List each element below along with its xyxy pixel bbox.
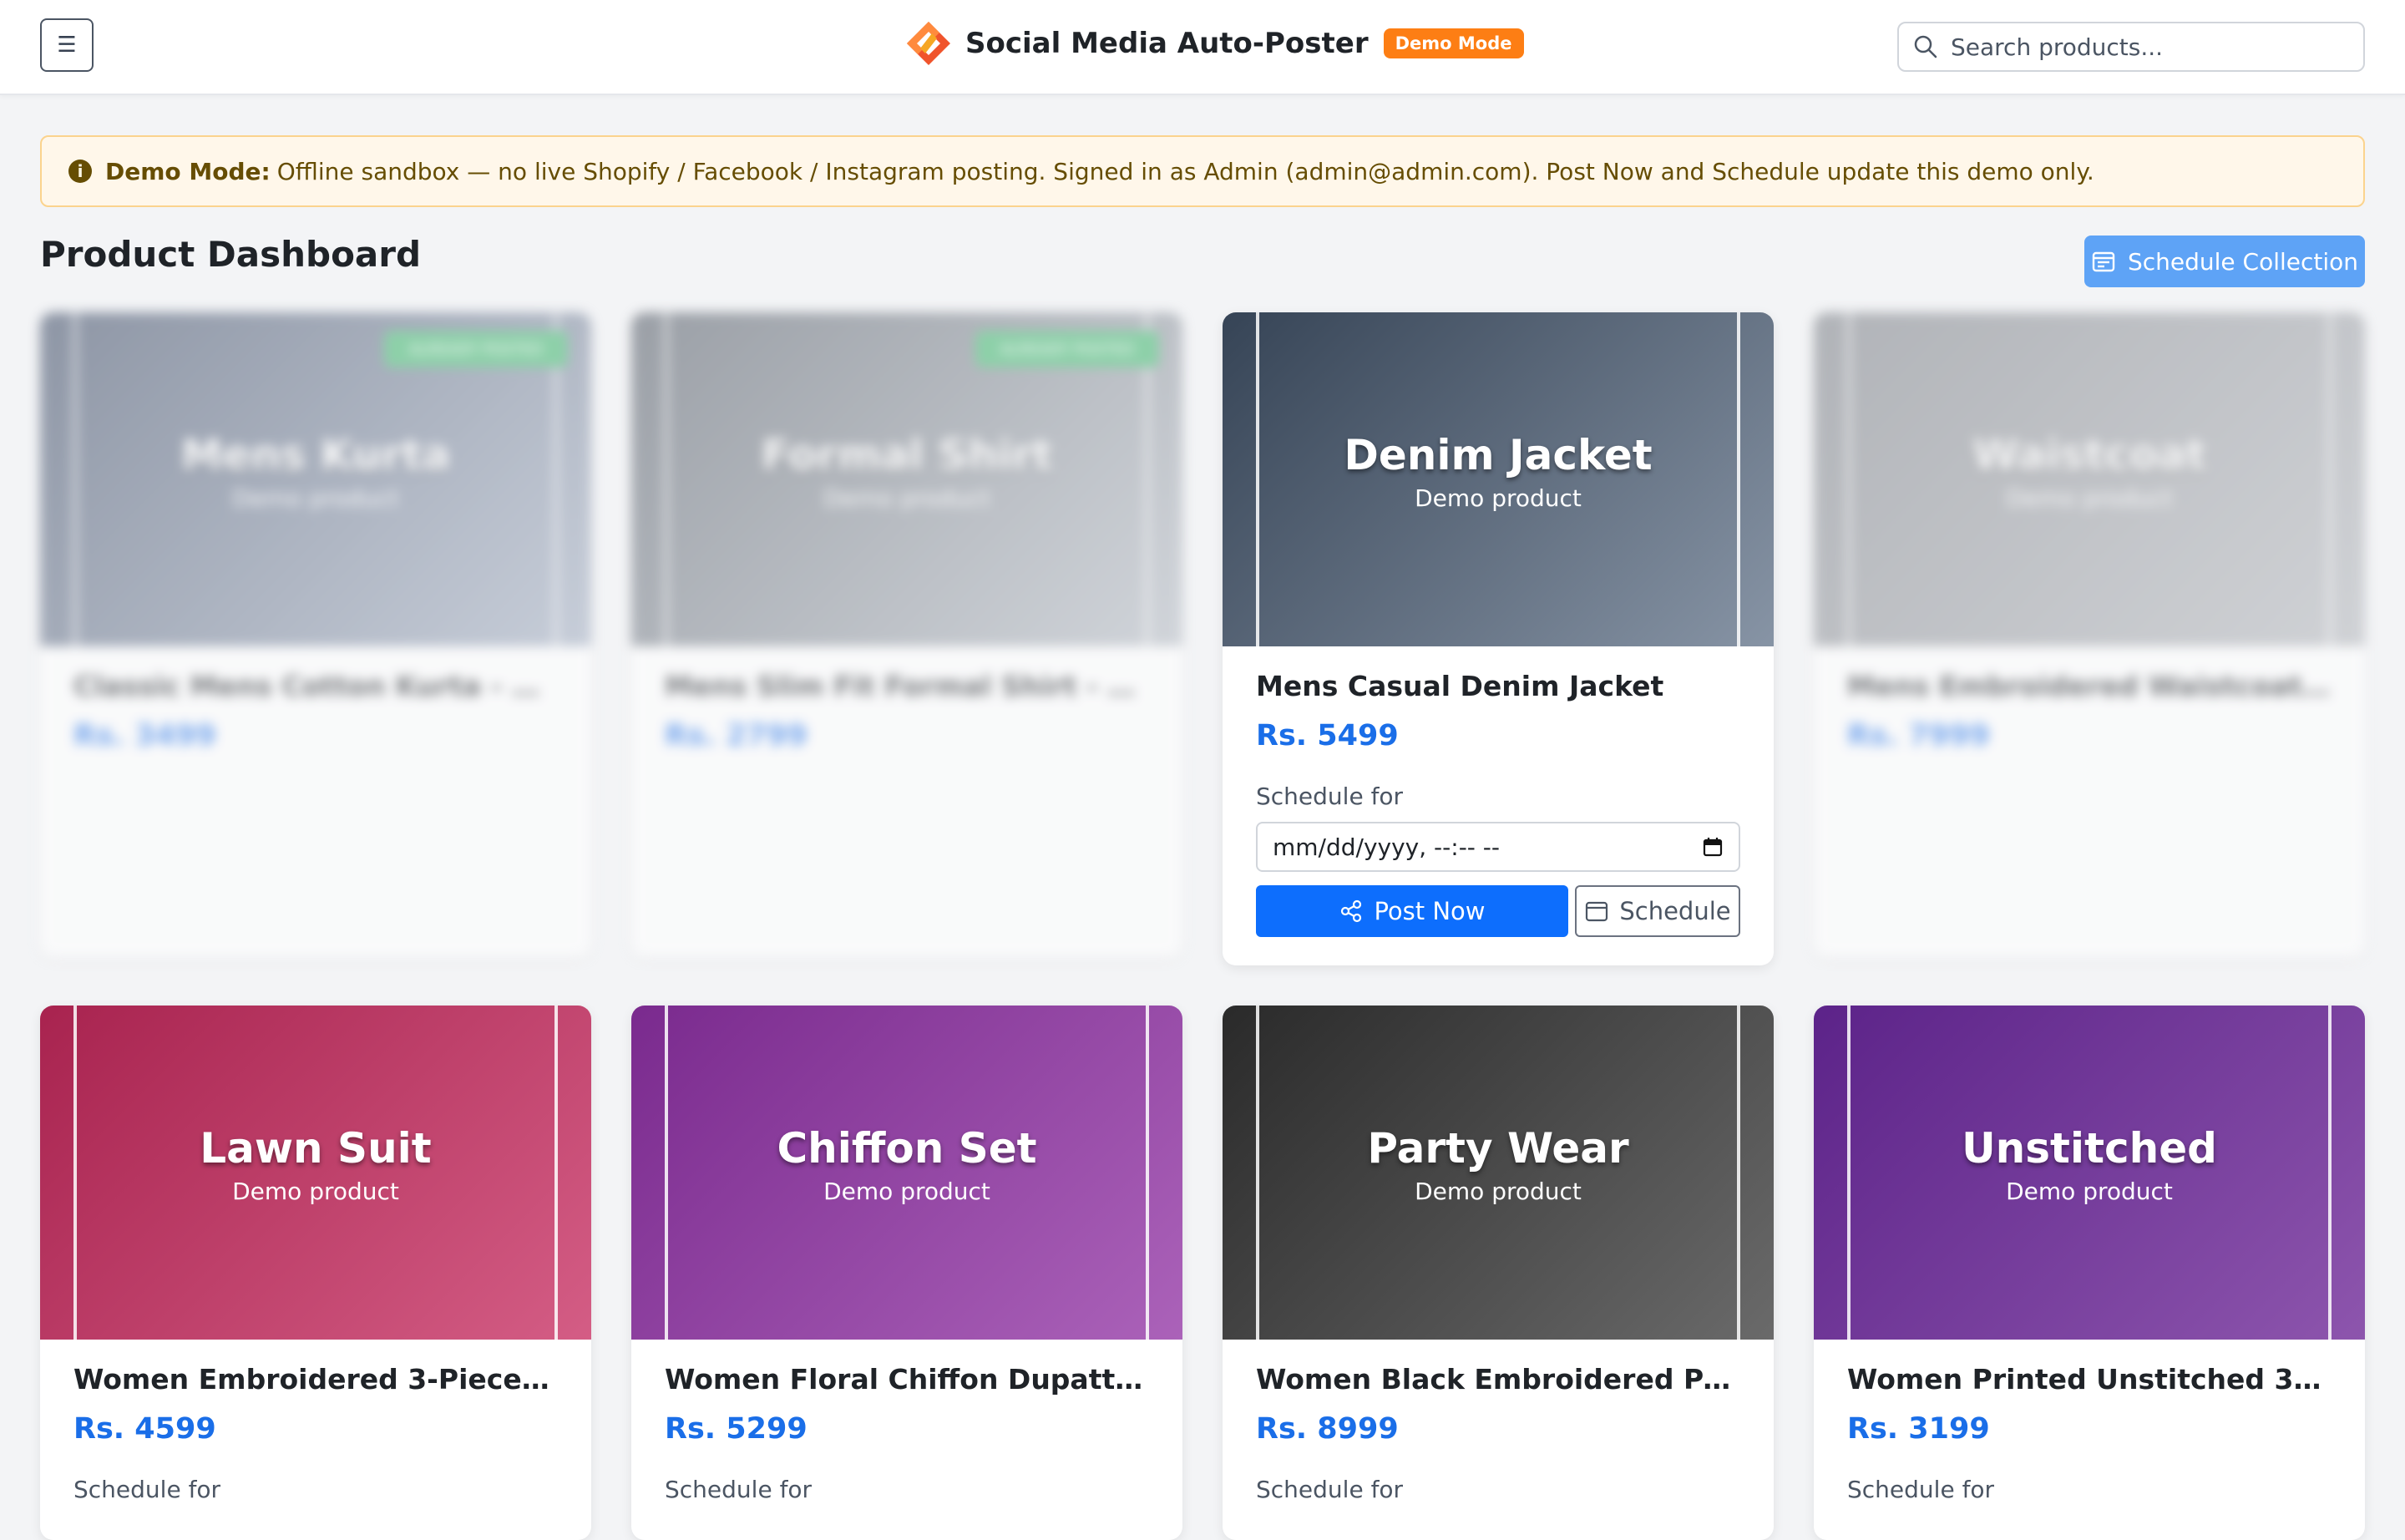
product-image-subtitle: Demo product — [1415, 484, 1582, 512]
product-image-title: Waistcoat — [1972, 430, 2206, 479]
product-image-title: Chiffon Set — [777, 1123, 1037, 1173]
schedule-collection-button[interactable]: Schedule Collection — [2084, 236, 2365, 287]
app-title: Social Media Auto-Poster — [965, 27, 1369, 60]
hamburger-icon: ☰ — [57, 33, 77, 58]
product-price: Rs. 3499 — [73, 719, 216, 752]
schedule-for-label: Schedule for — [665, 1476, 813, 1503]
post-now-button[interactable]: Post Now — [1256, 885, 1568, 937]
search-box[interactable] — [1897, 22, 2365, 72]
info-icon: i — [68, 160, 92, 183]
menu-toggle-button[interactable]: ☰ — [40, 18, 94, 72]
product-image: Lawn Suit Demo product — [40, 1006, 591, 1340]
product-name: Classic Mens Cotton Kurta - Navy Bl... — [73, 670, 558, 702]
demo-mode-alert: i Demo Mode: Offline sandbox — no live S… — [40, 135, 2365, 207]
schedule-datetime-input[interactable]: mm/dd/yyyy, --:-- -- — [1256, 822, 1740, 872]
top-navbar: ☰ Social Media Auto-Poster Demo Mode — [0, 0, 2405, 95]
schedule-for-label: Schedule for — [1847, 1476, 1995, 1503]
page-title: Product Dashboard — [40, 234, 422, 275]
product-image: Denim Jacket Demo product — [1223, 312, 1774, 646]
product-card: ALREADY POSTED Mens Kurta Demo product C… — [40, 312, 591, 957]
posted-badge: ALREADY POSTED — [384, 331, 568, 367]
alert-label: Demo Mode: — [105, 157, 271, 185]
calendar-picker-icon[interactable] — [1702, 836, 1724, 858]
product-image: Waistcoat Demo product — [1814, 312, 2365, 646]
search-icon — [1914, 35, 1937, 58]
product-image-title: Mens Kurta — [180, 430, 451, 479]
alert-message: Offline sandbox — no live Shopify / Face… — [276, 157, 2094, 185]
product-image-subtitle: Demo product — [823, 484, 990, 512]
search-input[interactable] — [1949, 32, 2345, 62]
share-icon — [1341, 899, 1362, 923]
product-name: Mens Slim Fit Formal Shirt - White — [665, 670, 1149, 702]
brand: Social Media Auto-Poster Demo Mode — [904, 17, 1524, 70]
product-image-subtitle: Demo product — [823, 1177, 990, 1205]
product-image: ALREADY POSTED Mens Kurta Demo product — [40, 312, 591, 646]
product-card: Party Wear Demo product Women Black Embr… — [1223, 1006, 1774, 1540]
product-name: Women Embroidered 3-Piece Lawn ... — [73, 1363, 558, 1396]
product-image-subtitle: Demo product — [2006, 1177, 2173, 1205]
product-image: Unstitched Demo product — [1814, 1006, 2365, 1340]
product-price: Rs. 2799 — [665, 719, 808, 752]
product-image-subtitle: Demo product — [1415, 1177, 1582, 1205]
calendar-icon — [1586, 901, 1608, 922]
product-name: Women Printed Unstitched 3-Piece ... — [1847, 1363, 2332, 1396]
product-image-title: Party Wear — [1367, 1123, 1629, 1173]
schedule-for-label: Schedule for — [1256, 1476, 1404, 1503]
product-name: Mens Embroidered Waistcoat Set — [1847, 670, 2332, 702]
product-image-subtitle: Demo product — [232, 484, 399, 512]
product-price: Rs. 5499 — [1256, 719, 1399, 752]
product-image-subtitle: Demo product — [232, 1177, 399, 1205]
product-name: Mens Casual Denim Jacket — [1256, 670, 1664, 702]
posted-badge: ALREADY POSTED — [975, 331, 1159, 367]
product-image-title: Unstitched — [1962, 1123, 2217, 1173]
schedule-for-label: Schedule for — [73, 1476, 221, 1503]
schedule-button[interactable]: Schedule — [1575, 885, 1740, 937]
product-image-title: Lawn Suit — [200, 1123, 432, 1173]
product-name: Women Black Embroidered Party W... — [1256, 1363, 1740, 1396]
product-price: Rs. 7999 — [1847, 719, 1990, 752]
demo-mode-badge: Demo Mode — [1383, 28, 1524, 58]
schedule-for-label: Schedule for — [1256, 783, 1404, 810]
calendar-icon — [2092, 251, 2115, 272]
product-image: Party Wear Demo product — [1223, 1006, 1774, 1340]
product-price: Rs. 8999 — [1256, 1412, 1399, 1446]
product-price: Rs. 5299 — [665, 1412, 808, 1446]
post-now-label: Post Now — [1374, 897, 1486, 925]
brand-logo-icon — [907, 22, 950, 65]
product-image-title: Formal Shirt — [761, 430, 1053, 479]
product-card: Lawn Suit Demo product Women Embroidered… — [40, 1006, 591, 1540]
product-card: ALREADY POSTED Formal Shirt Demo product… — [631, 312, 1182, 957]
product-price: Rs. 3199 — [1847, 1412, 1990, 1446]
product-image-subtitle: Demo product — [2006, 484, 2173, 512]
schedule-collection-label: Schedule Collection — [2127, 247, 2359, 276]
schedule-label: Schedule — [1619, 897, 1731, 925]
datetime-placeholder: mm/dd/yyyy, --:-- -- — [1273, 833, 1501, 861]
product-card: Unstitched Demo product Women Printed Un… — [1814, 1006, 2365, 1540]
product-image: ALREADY POSTED Formal Shirt Demo product — [631, 312, 1182, 646]
product-image: Chiffon Set Demo product — [631, 1006, 1182, 1340]
product-card-active: Denim Jacket Demo product Mens Casual De… — [1223, 312, 1774, 965]
product-name: Women Floral Chiffon Dupatta Suit ... — [665, 1363, 1149, 1396]
product-card: Waistcoat Demo product Mens Embroidered … — [1814, 312, 2365, 957]
product-image-title: Denim Jacket — [1344, 430, 1653, 479]
product-card: Chiffon Set Demo product Women Floral Ch… — [631, 1006, 1182, 1540]
product-price: Rs. 4599 — [73, 1412, 216, 1446]
